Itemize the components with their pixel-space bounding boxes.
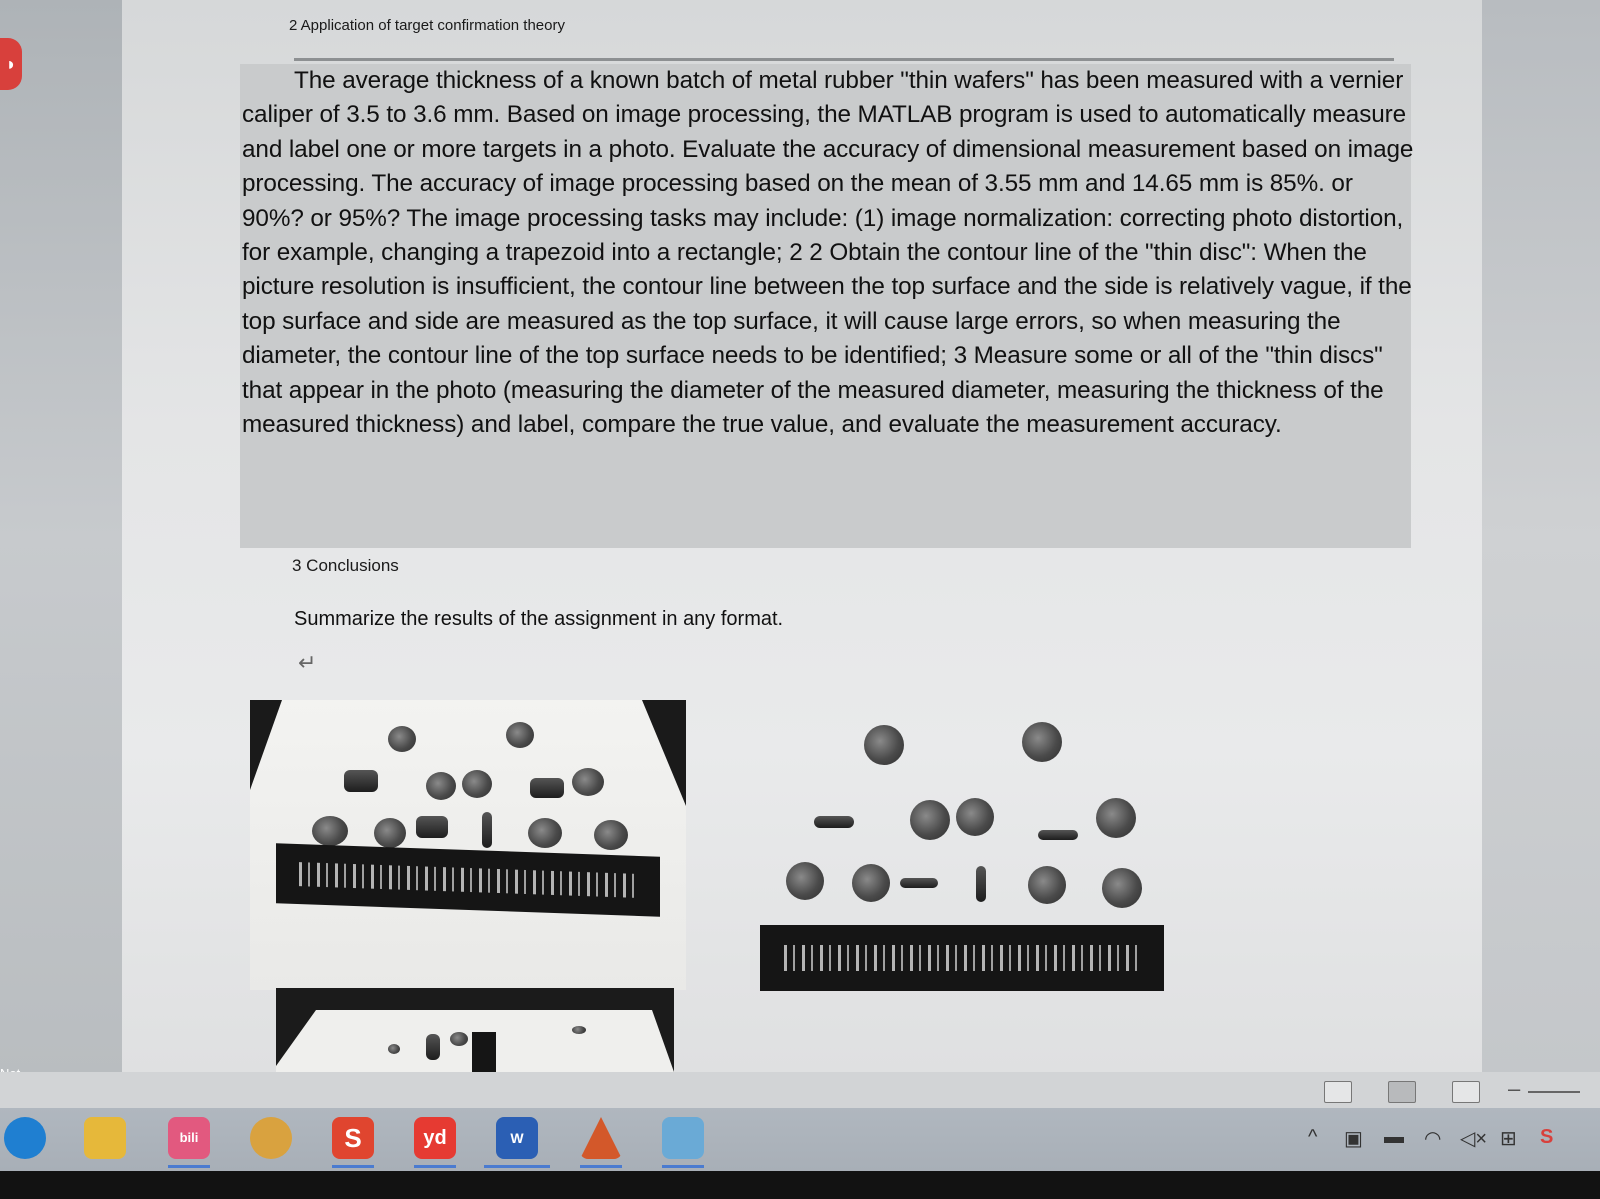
disc [594, 820, 628, 850]
running-indicator [414, 1165, 456, 1168]
file-explorer-icon[interactable] [84, 1117, 126, 1159]
input-method-icon[interactable]: ⊞ [1500, 1126, 1517, 1151]
tray-app-icon[interactable]: ▣ [1344, 1126, 1363, 1151]
disc [426, 772, 456, 800]
disc [572, 768, 604, 796]
disc [374, 818, 406, 848]
side-notification-icon[interactable]: ◗ [0, 38, 22, 90]
disc [1096, 798, 1136, 838]
paragraph-mark: ↵ [298, 650, 317, 675]
disc [852, 864, 890, 902]
selection-rule [294, 58, 1394, 61]
disc [450, 1032, 468, 1046]
disc [416, 816, 448, 838]
right-gutter [1482, 0, 1600, 1075]
section3-heading: 3 Conclusions [292, 556, 399, 575]
document-page: 2 Application of target confirmation the… [122, 0, 1482, 1072]
ruler [760, 925, 1164, 991]
browser-app-icon[interactable] [250, 1117, 292, 1159]
disc [462, 770, 492, 798]
notes-app-icon[interactable] [662, 1117, 704, 1159]
disc [528, 818, 562, 848]
photo-discs-processed [760, 720, 1180, 1010]
disc [530, 778, 564, 798]
running-indicator [662, 1165, 704, 1168]
sogou-icon[interactable]: S [332, 1117, 374, 1159]
word-status-bar [0, 1072, 1600, 1108]
volume-muted-icon[interactable]: ◁× [1460, 1126, 1487, 1151]
running-indicator [168, 1165, 210, 1168]
wifi-icon[interactable]: ◠ [1424, 1126, 1441, 1151]
photo-discs-second [276, 988, 674, 1072]
disc [1028, 866, 1066, 904]
disc [1102, 868, 1142, 908]
ruler [472, 1032, 496, 1072]
bilibili-icon[interactable]: bili [168, 1117, 210, 1159]
print-layout-icon[interactable] [1388, 1081, 1416, 1103]
read-mode-icon[interactable] [1324, 1081, 1352, 1103]
edge-icon[interactable] [4, 1117, 46, 1159]
web-layout-icon[interactable] [1452, 1081, 1480, 1103]
disc [388, 726, 416, 752]
tray-expand-icon[interactable]: ^ [1308, 1126, 1317, 1149]
disc [1038, 830, 1078, 840]
youdao-icon[interactable]: yd [414, 1117, 456, 1159]
section2-heading: 2 Application of target confirmation the… [289, 17, 565, 34]
zoom-slider[interactable] [1528, 1091, 1580, 1093]
section2-paragraph[interactable]: The average thickness of a known batch o… [242, 64, 1414, 442]
ruler [276, 843, 660, 917]
running-indicator [332, 1165, 374, 1168]
battery-icon[interactable]: ▬ [1384, 1126, 1404, 1149]
disc [814, 816, 854, 828]
word-icon[interactable]: W [496, 1117, 538, 1159]
monitor-bezel [0, 1171, 1600, 1199]
disc [426, 1034, 440, 1060]
section3-text[interactable]: Summarize the results of the assignment … [294, 608, 783, 631]
disc [910, 800, 950, 840]
disc [344, 770, 378, 792]
disc [786, 862, 824, 900]
disc [482, 812, 492, 848]
running-indicator [580, 1165, 622, 1168]
disc [956, 798, 994, 836]
disc [1022, 722, 1062, 762]
running-indicator-active [484, 1165, 550, 1168]
disc [388, 1044, 400, 1054]
left-gutter [0, 0, 128, 1075]
sogou-tray-icon[interactable]: S [1540, 1126, 1553, 1149]
photo-discs-original [250, 700, 686, 990]
disc [900, 878, 938, 888]
disc [864, 725, 904, 765]
disc [976, 866, 986, 902]
zoom-out-icon[interactable]: – [1508, 1076, 1520, 1102]
disc [506, 722, 534, 748]
disc [572, 1026, 586, 1034]
disc [312, 816, 348, 846]
